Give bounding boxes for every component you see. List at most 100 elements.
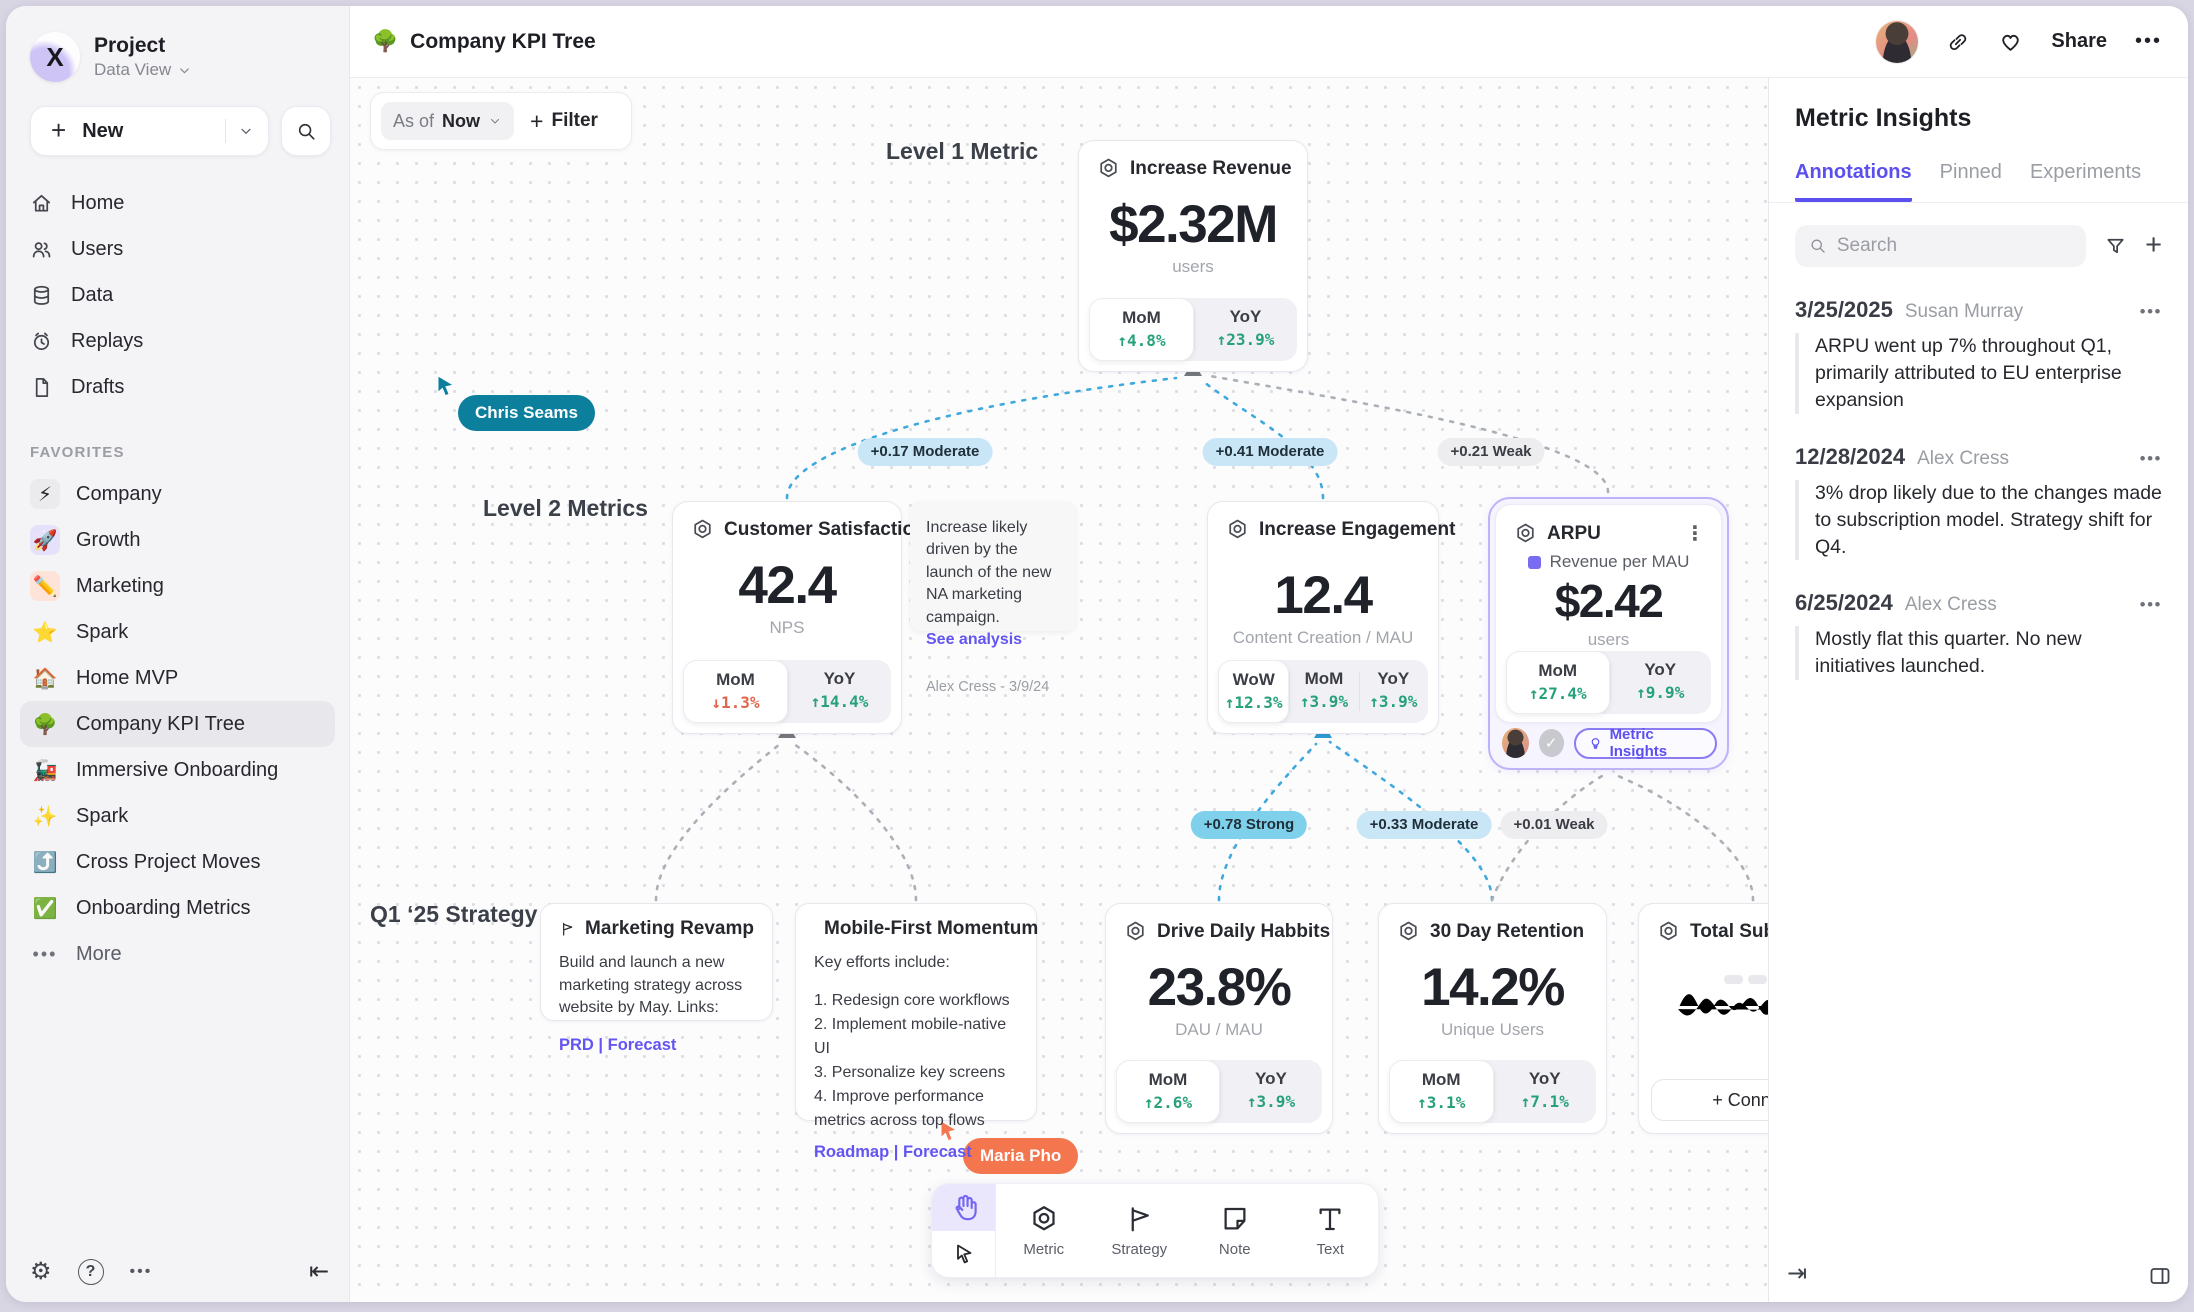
favorite-label: Growth [76,529,140,552]
text-tool-button[interactable]: Text [1283,1184,1379,1277]
favorite-item-cross-project-moves[interactable]: ⤴️Cross Project Moves [20,839,335,885]
metric-card-arpu-selected[interactable]: ARPU⋮ Revenue per MAU $2.42 users MoM↑27… [1488,497,1729,770]
metric-card-30-day-retention[interactable]: 30 Day Retention 14.2% Unique Users MoM↑… [1378,903,1607,1134]
sidebar-overflow-menu[interactable]: ••• [130,1263,153,1281]
sidebar-item-drafts[interactable]: Drafts [30,364,335,410]
metric-title: ARPU [1547,523,1601,545]
metric-card-total-subscriptions[interactable]: Total Subscriptions + Connect [1638,903,1768,1134]
canvas-note-card[interactable]: Increase likely driven by the launch of … [910,501,1076,631]
project-view-selector[interactable]: Data View [94,60,192,80]
sidebar-item-data[interactable]: Data [30,272,335,318]
sidebar-item-users[interactable]: Users [30,226,335,272]
mom-stat[interactable]: MoM↑27.4% [1506,651,1610,714]
add-annotation-icon[interactable]: + [2145,234,2162,257]
yoy-stat[interactable]: YoY↑3.9% [1220,1060,1322,1123]
collapse-sidebar-icon[interactable]: ⇤ [309,1257,329,1286]
wow-stat[interactable]: WoW↑12.3% [1218,660,1289,723]
metric-value: $2.32M [1079,194,1307,255]
annotation-item[interactable]: 12/28/2024 Alex Cress ••• 3% drop likely… [1769,414,2188,561]
strategy-intro: Key efforts include: [814,952,1018,975]
metric-card-increase-revenue[interactable]: Increase Revenue $2.32M users MoM↑4.8% Y… [1078,140,1308,372]
yoy-stat[interactable]: YoY↑23.9% [1194,298,1297,361]
tab-experiments[interactable]: Experiments [2030,161,2141,202]
favorite-item-company-kpi-tree[interactable]: 🌳Company KPI Tree [20,701,335,747]
kpi-tree-canvas[interactable]: As of Now + Filter Level 1 Metric Level … [350,78,1768,1302]
sidebar-search-button[interactable] [281,106,331,156]
panel-layout-icon[interactable] [2148,1264,2172,1288]
select-tool-button[interactable] [932,1231,995,1278]
as-of-selector[interactable]: As of Now [381,102,514,140]
chevron-down-icon [177,63,192,78]
settings-gear-icon[interactable]: ⚙ [30,1257,52,1286]
user-avatar[interactable] [1876,21,1918,63]
filter-funnel-icon[interactable] [2104,235,2127,258]
sidebar-item-home[interactable]: Home [30,180,335,226]
connect-data-button[interactable]: + Connect [1651,1079,1768,1121]
tool-label: Strategy [1111,1241,1167,1258]
favorite-item-spark-2[interactable]: ✨Spark [20,793,335,839]
topbar-overflow-menu[interactable]: ••• [2135,30,2162,53]
favorite-item-company[interactable]: ⚡Company [20,471,335,517]
lightbulb-icon [1588,735,1603,752]
copy-link-icon[interactable] [1946,30,1970,54]
new-button[interactable]: + New [30,106,269,156]
yoy-stat[interactable]: YoY↑3.9% [1359,660,1428,723]
metric-card-customer-satisfaction[interactable]: Customer Satisfaction 42.4 NPS MoM↓1.3% … [672,501,902,734]
metric-insights-button[interactable]: Metric Insights [1574,728,1717,759]
tab-annotations[interactable]: Annotations [1795,161,1912,202]
strategy-card-mobile-first-momentum[interactable]: Mobile-First Momentum Key efforts includ… [795,903,1037,1121]
favorite-item-immersive-onboarding[interactable]: 🚂Immersive Onboarding [20,747,335,793]
annotation-menu-icon[interactable]: ••• [2140,302,2162,322]
annotation-menu-icon[interactable]: ••• [2140,449,2162,469]
favorite-label: Immersive Onboarding [76,759,278,782]
project-switcher[interactable]: X Project Data View [6,6,349,92]
favorite-item-marketing[interactable]: ✏️Marketing [20,563,335,609]
metric-title: Increase Revenue [1130,158,1292,180]
yoy-stat[interactable]: YoY↑14.4% [788,660,891,723]
chevron-down-icon[interactable] [238,123,254,139]
annotation-item[interactable]: 6/25/2024 Alex Cress ••• Mostly flat thi… [1769,560,2188,680]
strategy-tool-button[interactable]: Strategy [1092,1184,1188,1277]
annotation-menu-icon[interactable]: ••• [2140,595,2162,615]
note-tool-button[interactable]: Note [1187,1184,1283,1277]
see-analysis-link[interactable]: See analysis [926,629,1060,651]
sidebar-item-replays[interactable]: Replays [30,318,335,364]
mom-stat[interactable]: MoM↑3.9% [1289,660,1358,723]
metric-card-increase-engagement[interactable]: Increase Engagement 12.4 Content Creatio… [1207,501,1439,734]
strategy-card-marketing-revamp[interactable]: Marketing Revamp Build and launch a new … [540,903,773,1021]
mom-stat[interactable]: MoM↓1.3% [683,660,788,723]
favorite-item-onboarding-metrics[interactable]: ✅Onboarding Metrics [20,885,335,931]
favorites-more-button[interactable]: •••More [20,931,335,977]
strategy-list: 1. Redesign core workflows 2. Implement … [814,989,1018,1133]
favorite-heart-icon[interactable] [1998,29,2023,54]
mom-stat[interactable]: MoM↑3.1% [1389,1060,1494,1123]
strategy-links[interactable]: PRD | Forecast [559,1036,754,1055]
mom-stat[interactable]: MoM↑2.6% [1116,1060,1220,1123]
yoy-stat[interactable]: YoY↑7.1% [1494,1060,1597,1123]
topbar: 🌳 Company KPI Tree Share ••• [350,6,2188,78]
metric-tool-button[interactable]: Metric [996,1184,1092,1277]
edge-label-strong: +0.78 Strong [1191,811,1307,839]
strategy-links[interactable]: Roadmap | Forecast [814,1143,1018,1162]
new-button-label: New [82,120,225,143]
mom-stat[interactable]: MoM↑4.8% [1089,298,1194,361]
hand-tool-button-active[interactable] [932,1184,995,1231]
skeleton-bar [1724,975,1743,984]
annotation-item[interactable]: 3/25/2025 Susan Murray ••• ARPU went up … [1769,267,2188,414]
favorite-item-growth[interactable]: 🚀Growth [20,517,335,563]
favorite-item-home-mvp[interactable]: 🏠Home MVP [20,655,335,701]
search-input[interactable] [1837,235,2072,257]
metric-card-drive-daily-habbits[interactable]: Drive Daily Habbits 23.8% DAU / MAU MoM↑… [1105,903,1333,1134]
yoy-stat[interactable]: YoY↑9.9% [1610,651,1712,714]
card-menu-kebab[interactable]: ⋮ [1685,521,1705,546]
help-icon[interactable]: ? [78,1259,104,1285]
favorite-item-spark[interactable]: ⭐Spark [20,609,335,655]
tab-pinned[interactable]: Pinned [1940,161,2002,202]
add-filter-button[interactable]: + Filter [530,108,598,135]
filter-label: Filter [551,110,597,132]
metric-insights-label: Metric Insights [1610,726,1703,760]
divider [225,119,226,143]
annotations-search[interactable] [1795,225,2086,267]
collapse-panel-icon[interactable]: ⇥ [1787,1259,1807,1288]
share-button[interactable]: Share [2051,30,2107,53]
